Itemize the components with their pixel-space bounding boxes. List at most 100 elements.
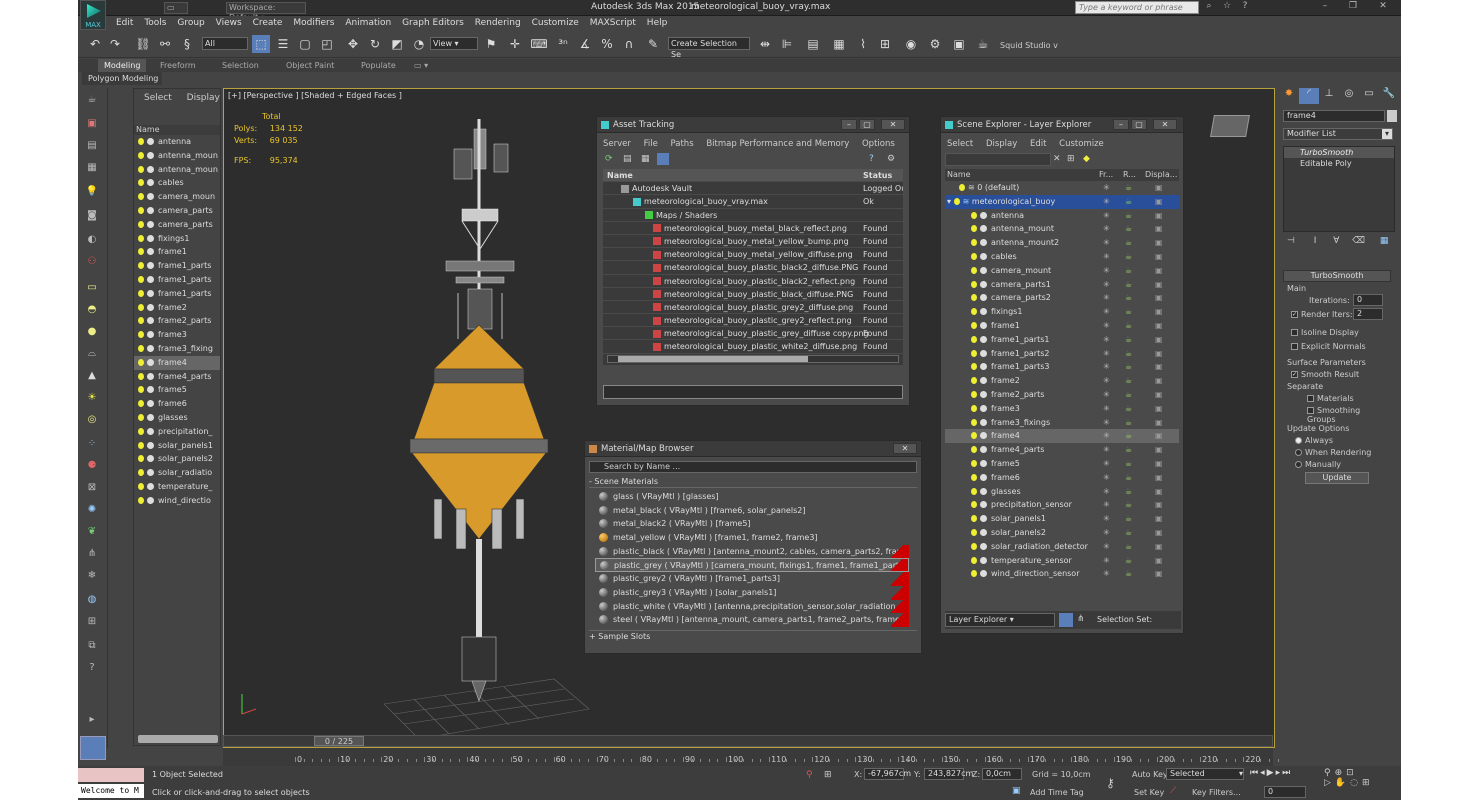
display-icon[interactable]: ▣ (1155, 222, 1163, 236)
layer-row[interactable]: frame6 ✳ ☕ ▣ (945, 471, 1179, 485)
smooth-result-checkbox[interactable]: ✓ (1291, 371, 1298, 378)
freeze-icon[interactable]: ✳ (1103, 526, 1110, 540)
render-icon[interactable]: ☕ (1125, 250, 1132, 264)
light-bulb-icon[interactable] (138, 331, 144, 339)
light-bulb-icon[interactable] (971, 459, 977, 467)
render-icon[interactable]: ☕ (1125, 388, 1132, 402)
list-item[interactable]: frame5 (134, 383, 220, 397)
help-circle-icon[interactable]: ? (83, 660, 101, 676)
render-frame-icon[interactable]: ▣ (950, 35, 968, 53)
close-button-3[interactable]: ✕ (1153, 119, 1177, 130)
time-slider[interactable]: 0 / 225 (223, 735, 1273, 747)
display-icon[interactable]: ▣ (1155, 485, 1163, 499)
remove-modifier-icon[interactable]: ⌫ (1352, 236, 1365, 246)
z-coordinate-field[interactable]: 0,0cm (982, 768, 1022, 780)
trackbar[interactable]: 0 10 20 30 40 50 60 70 80 90 100 110 120 130 140 150 160… (223, 748, 1279, 766)
freeze-icon[interactable]: ✳ (1103, 402, 1110, 416)
light-bulb-icon[interactable] (971, 487, 977, 495)
object-name-field[interactable]: frame4 (1283, 110, 1385, 122)
layer-manager-icon[interactable]: ▤ (804, 35, 822, 53)
tab-selection[interactable]: Selection (216, 59, 265, 72)
light-bulb-icon[interactable] (971, 335, 977, 343)
viewport-thumbnail[interactable] (80, 736, 106, 760)
freeze-icon[interactable]: ✳ (1103, 305, 1110, 319)
light-bulb-icon[interactable] (138, 496, 144, 504)
list-item[interactable]: camera_parts (134, 204, 220, 218)
tab-display[interactable]: Display (187, 93, 220, 103)
schematic-view-icon[interactable]: ⊞ (876, 35, 894, 53)
light-bulb-icon[interactable] (138, 234, 144, 242)
freeze-icon[interactable]: ✳ (1103, 374, 1110, 388)
light-bulb-icon[interactable] (971, 266, 977, 274)
move-icon[interactable]: ✥ (344, 35, 362, 53)
freeze-icon[interactable]: ✳ (1103, 181, 1110, 195)
zoom-all-icon[interactable]: ⊕ (1335, 768, 1347, 778)
list-item[interactable]: frame1_parts (134, 259, 220, 273)
undo-icon[interactable]: ↶ (86, 35, 104, 53)
light-bulb-icon[interactable] (138, 138, 144, 145)
freeze-icon[interactable]: ✳ (1103, 443, 1110, 457)
layer-row[interactable]: antenna_mount ✳ ☕ ▣ (945, 222, 1179, 236)
display-icon[interactable]: ▣ (1155, 526, 1163, 540)
menu-rendering[interactable]: Rendering (475, 16, 521, 31)
lock-icon[interactable]: ⚲ (806, 770, 813, 780)
table-icon[interactable]: ⊞ (83, 614, 101, 630)
menu-group[interactable]: Group (177, 16, 204, 31)
asset-scroll-thumb[interactable] (618, 356, 808, 362)
particles-icon[interactable]: ⁘ (83, 436, 101, 452)
freeze-icon[interactable]: ✳ (1103, 554, 1110, 568)
layer-row[interactable]: frame5 ✳ ☕ ▣ (945, 457, 1179, 471)
material-search-input[interactable]: Search by Name ... (589, 461, 917, 473)
unlink-icon[interactable]: ⚯ (156, 35, 174, 53)
display-icon[interactable]: ▣ (1155, 181, 1163, 195)
list-item[interactable]: antenna (134, 135, 220, 149)
cone-icon[interactable]: ▲ (83, 368, 101, 384)
stack-item-editable-poly[interactable]: Editable Poly (1284, 158, 1394, 169)
render-icon[interactable]: ☕ (1125, 347, 1132, 361)
layer-row[interactable]: solar_panels2 ✳ ☕ ▣ (945, 526, 1179, 540)
light-bulb-icon[interactable] (953, 197, 960, 205)
tab-populate[interactable]: Populate (355, 59, 402, 72)
settings-icon[interactable]: ⚙ (887, 154, 895, 164)
menu-graph-editors[interactable]: Graph Editors (402, 16, 464, 31)
list-item[interactable]: camera_parts (134, 218, 220, 232)
x-coordinate-field[interactable]: -67,967cm (864, 768, 911, 780)
light-bulb-icon[interactable] (138, 193, 144, 201)
table-row[interactable]: meteorological_buoy_vray.max Ok (603, 195, 903, 209)
light-bulb-icon[interactable] (971, 556, 977, 564)
list-item[interactable]: frame1 (134, 245, 220, 259)
render-icon[interactable]: ☕ (1125, 181, 1132, 195)
table-row[interactable]: meteorological_buoy_metal_black_reflect.… (603, 222, 903, 235)
list-item[interactable]: frame1_parts (134, 287, 220, 301)
pin-stack-icon[interactable]: ⊣ (1287, 236, 1295, 246)
display-icon[interactable]: ▣ (1155, 195, 1163, 209)
keyboard-shortcut-icon[interactable]: ⌨ (530, 35, 548, 53)
max-logo-button[interactable]: MAX (80, 0, 106, 30)
selection-filter-dropdown[interactable]: All (202, 37, 248, 50)
display-icon[interactable]: ▣ (1155, 305, 1163, 319)
display-icon[interactable]: ▣ (1155, 402, 1163, 416)
light-bulb-icon[interactable] (138, 386, 144, 394)
absolute-mode-icon[interactable]: ⊞ (824, 770, 832, 780)
xref-icon[interactable]: ✺ (83, 502, 101, 518)
layer-row[interactable]: temperature_sensor ✳ ☕ ▣ (945, 554, 1179, 568)
play-icon[interactable]: ▶ (1267, 768, 1276, 778)
make-unique-icon[interactable]: ∀ (1333, 236, 1339, 246)
tab-modeling[interactable]: Modeling (98, 59, 147, 72)
welcome-field[interactable]: Welcome to M (78, 784, 144, 798)
menu-modifiers[interactable]: Modifiers (293, 16, 334, 31)
menu-views[interactable]: Views (216, 16, 242, 31)
rotate-icon[interactable]: ↻ (366, 35, 384, 53)
menu-help[interactable]: Help (647, 16, 668, 31)
minimize-button[interactable]: – (841, 119, 857, 130)
expand-arrow-icon[interactable]: ▾ (947, 197, 954, 206)
utilities-tab-icon[interactable]: 🔧 (1379, 88, 1399, 104)
display-icon[interactable]: ▣ (1155, 250, 1163, 264)
light-bulb-icon[interactable] (138, 372, 144, 380)
freeze-icon[interactable]: ✳ (1103, 429, 1110, 443)
list-item[interactable]: cables (134, 176, 220, 190)
menu-paths[interactable]: Paths (671, 139, 694, 149)
modifier-list-dropdown[interactable]: Modifier List ▾ (1283, 128, 1393, 140)
plant-icon[interactable]: ❦ (83, 524, 101, 540)
light-bulb-icon[interactable] (138, 358, 144, 366)
